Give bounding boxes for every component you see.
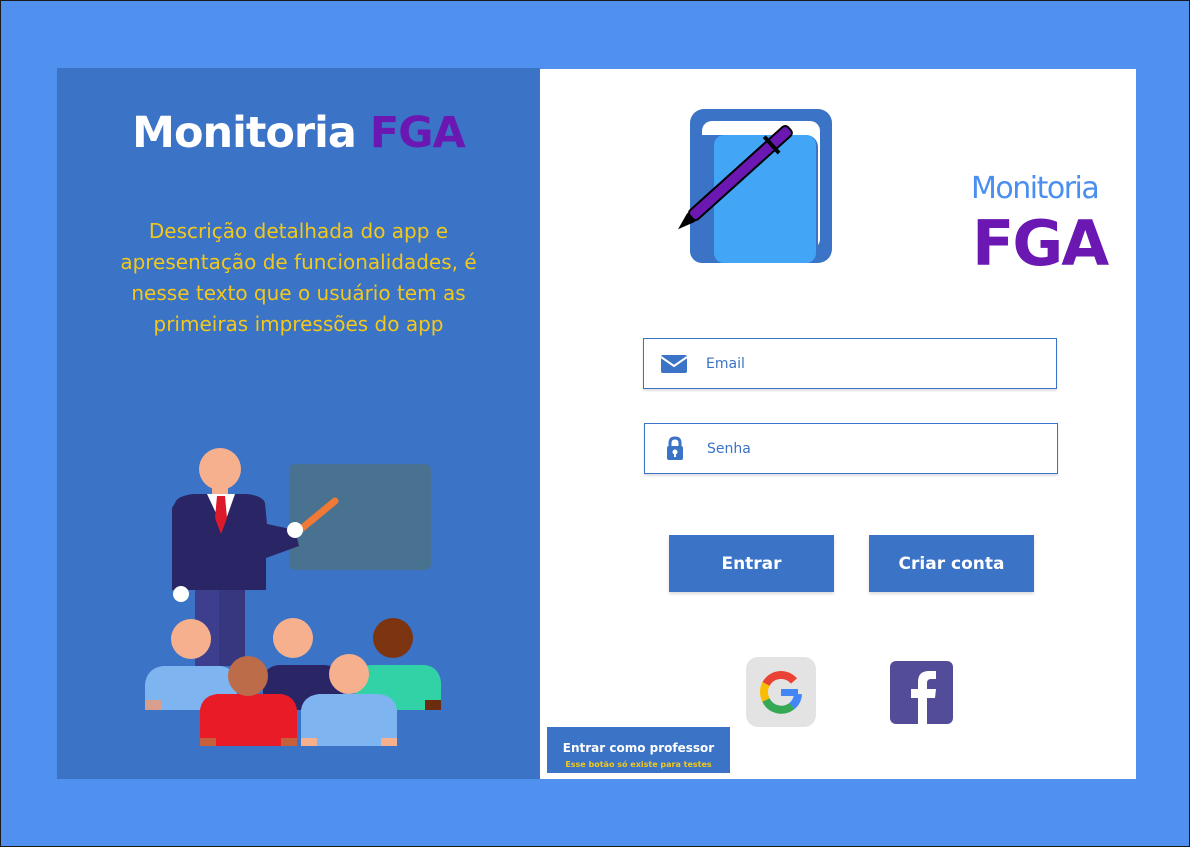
- login-panel: Monitoria FGA Entrar Criar conta: [540, 69, 1136, 779]
- app-description: Descrição detalhada do app e apresentaçã…: [120, 219, 477, 336]
- email-input[interactable]: [706, 349, 1036, 379]
- password-field[interactable]: [644, 423, 1058, 474]
- professor-login-label: Entrar como professor: [562, 740, 715, 755]
- google-icon: [746, 657, 816, 727]
- facebook-login-button[interactable]: [887, 658, 957, 728]
- email-field[interactable]: [643, 338, 1057, 389]
- envelope-icon: [660, 355, 688, 373]
- brand-title-main: Monitoria: [132, 108, 357, 158]
- lock-icon: [667, 436, 683, 460]
- password-input[interactable]: [707, 434, 1037, 464]
- logo-word-bottom: FGA: [972, 207, 1109, 280]
- google-login-button[interactable]: [746, 657, 816, 727]
- app-logo: Monitoria FGA: [674, 107, 1109, 280]
- login-button[interactable]: Entrar: [669, 535, 834, 592]
- brand-title: Monitoria FGA: [57, 108, 540, 158]
- professor-login-button[interactable]: Entrar como professor Esse botão só exis…: [547, 727, 730, 773]
- teacher-with-students-illustration: [145, 448, 441, 746]
- professor-login-note: Esse botão só existe para testes: [565, 759, 712, 769]
- brand-title-accent: FGA: [369, 108, 466, 158]
- left-panel: Monitoria FGA Descrição detalhada do app…: [57, 68, 540, 779]
- book-with-pen-icon: [678, 109, 832, 263]
- create-account-button[interactable]: Criar conta: [869, 535, 1034, 592]
- logo-word-top: Monitoria: [971, 171, 1100, 206]
- facebook-icon: [890, 661, 953, 724]
